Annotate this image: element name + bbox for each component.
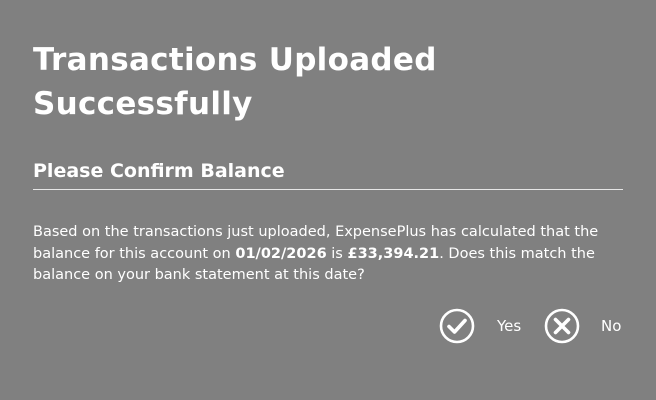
dialog-actions: Yes No — [0, 307, 656, 345]
no-label[interactable]: No — [601, 316, 621, 336]
divider — [33, 189, 623, 190]
confirm-balance-dialog: Transactions Uploaded Successfully Pleas… — [0, 0, 656, 400]
calculated-balance: £33,394.21 — [347, 245, 440, 262]
balance-message: Based on the transactions just uploaded,… — [33, 222, 623, 287]
x-circle-icon[interactable] — [544, 308, 580, 344]
dialog-title: Transactions Uploaded Successfully — [33, 42, 437, 122]
check-circle-icon[interactable] — [439, 308, 475, 344]
no-button[interactable]: No — [544, 307, 621, 345]
statement-date: 01/02/2026 — [235, 245, 327, 262]
yes-button[interactable]: Yes — [439, 307, 521, 345]
yes-label[interactable]: Yes — [497, 316, 521, 336]
message-text-2: is — [326, 245, 348, 262]
dialog-subtitle: Please Confirm Balance — [33, 160, 285, 182]
